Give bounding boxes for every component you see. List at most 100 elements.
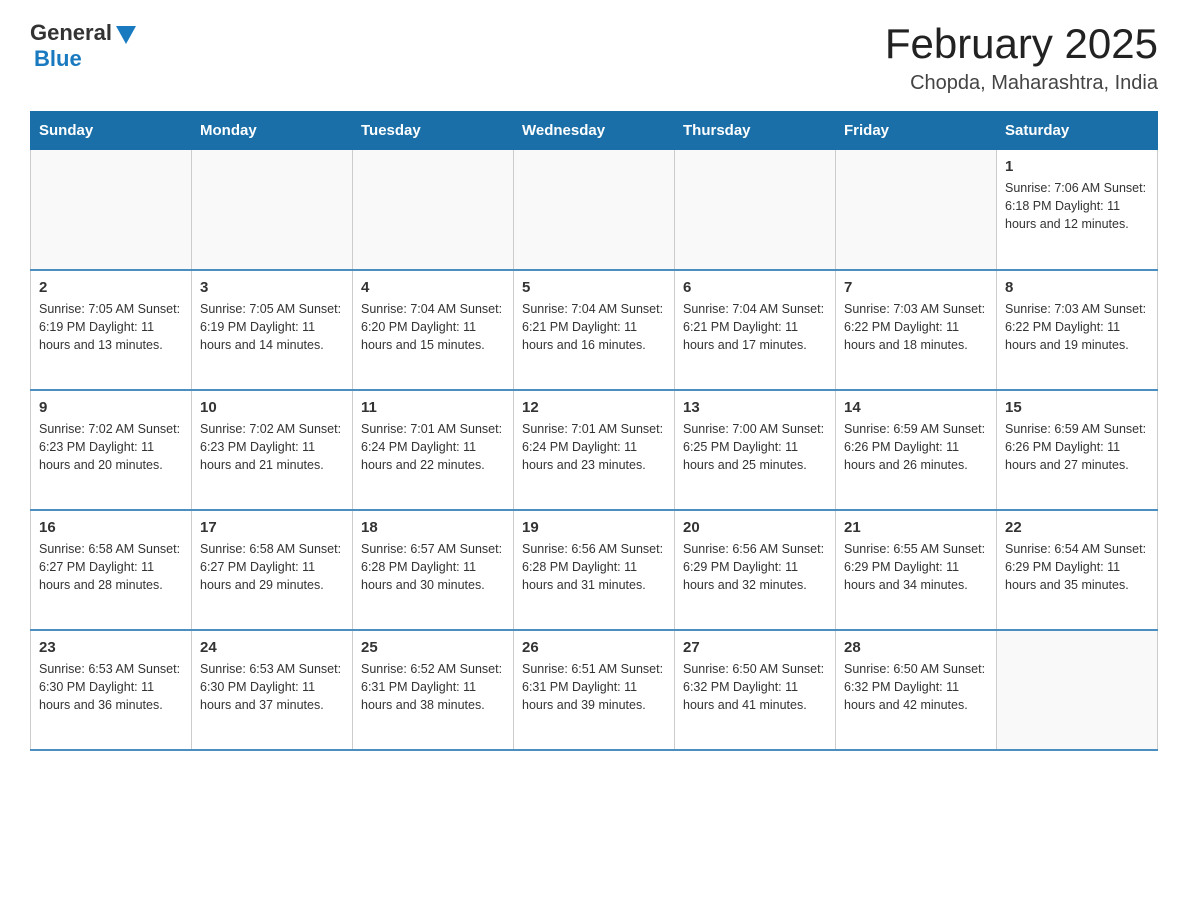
day-number: 22	[1005, 519, 1149, 536]
day-info: Sunrise: 7:04 AM Sunset: 6:21 PM Dayligh…	[522, 300, 666, 354]
day-number: 12	[522, 399, 666, 416]
day-number: 21	[844, 519, 988, 536]
page-header: General Blue February 2025 Chopda, Mahar…	[30, 20, 1158, 95]
day-number: 6	[683, 279, 827, 296]
calendar-cell	[353, 150, 514, 270]
calendar-cell: 19 Sunrise: 6:56 AM Sunset: 6:28 PM Dayli…	[514, 510, 675, 630]
calendar-cell: 16 Sunrise: 6:58 AM Sunset: 6:27 PM Dayli…	[31, 510, 192, 630]
day-number: 4	[361, 279, 505, 296]
calendar-cell: 21 Sunrise: 6:55 AM Sunset: 6:29 PM Dayli…	[836, 510, 997, 630]
day-number: 25	[361, 639, 505, 656]
calendar-cell: 15Sunrise: 6:59 AM Sunset: 6:26 PM Dayli…	[997, 390, 1158, 510]
logo-triangle-icon	[116, 26, 136, 44]
calendar-cell: 5 Sunrise: 7:04 AM Sunset: 6:21 PM Daylig…	[514, 270, 675, 390]
day-number: 17	[200, 519, 344, 536]
calendar-week-row: 1Sunrise: 7:06 AM Sunset: 6:18 PM Daylig…	[31, 150, 1158, 270]
calendar-cell: 3 Sunrise: 7:05 AM Sunset: 6:19 PM Daylig…	[192, 270, 353, 390]
day-info: Sunrise: 6:50 AM Sunset: 6:32 PM Dayligh…	[683, 660, 827, 714]
calendar-title: February 2025	[885, 20, 1158, 68]
day-info: Sunrise: 6:56 AM Sunset: 6:29 PM Dayligh…	[683, 540, 827, 594]
col-header-saturday: Saturday	[997, 112, 1158, 150]
col-header-monday: Monday	[192, 112, 353, 150]
logo-general-text: General	[30, 20, 112, 46]
day-info: Sunrise: 6:58 AM Sunset: 6:27 PM Dayligh…	[200, 540, 344, 594]
day-info: Sunrise: 7:04 AM Sunset: 6:20 PM Dayligh…	[361, 300, 505, 354]
day-info: Sunrise: 7:00 AM Sunset: 6:25 PM Dayligh…	[683, 420, 827, 474]
day-number: 28	[844, 639, 988, 656]
day-number: 10	[200, 399, 344, 416]
col-header-sunday: Sunday	[31, 112, 192, 150]
calendar-cell: 20 Sunrise: 6:56 AM Sunset: 6:29 PM Dayli…	[675, 510, 836, 630]
day-info: Sunrise: 6:52 AM Sunset: 6:31 PM Dayligh…	[361, 660, 505, 714]
calendar-week-row: 23 Sunrise: 6:53 AM Sunset: 6:30 PM Dayli…	[31, 630, 1158, 750]
day-info: Sunrise: 6:57 AM Sunset: 6:28 PM Dayligh…	[361, 540, 505, 594]
day-number: 3	[200, 279, 344, 296]
calendar-cell: 18 Sunrise: 6:57 AM Sunset: 6:28 PM Dayli…	[353, 510, 514, 630]
day-info: Sunrise: 6:53 AM Sunset: 6:30 PM Dayligh…	[200, 660, 344, 714]
day-info: Sunrise: 6:50 AM Sunset: 6:32 PM Dayligh…	[844, 660, 988, 714]
day-info: Sunrise: 6:51 AM Sunset: 6:31 PM Dayligh…	[522, 660, 666, 714]
title-block: February 2025 Chopda, Maharashtra, India	[885, 20, 1158, 95]
day-number: 23	[39, 639, 183, 656]
col-header-thursday: Thursday	[675, 112, 836, 150]
calendar-cell: 11 Sunrise: 7:01 AM Sunset: 6:24 PM Dayli…	[353, 390, 514, 510]
calendar-cell: 10 Sunrise: 7:02 AM Sunset: 6:23 PM Dayli…	[192, 390, 353, 510]
day-info: Sunrise: 7:03 AM Sunset: 6:22 PM Dayligh…	[1005, 300, 1149, 354]
day-number: 19	[522, 519, 666, 536]
day-number: 26	[522, 639, 666, 656]
day-info: Sunrise: 6:55 AM Sunset: 6:29 PM Dayligh…	[844, 540, 988, 594]
logo: General Blue	[30, 20, 136, 72]
col-header-tuesday: Tuesday	[353, 112, 514, 150]
day-number: 27	[683, 639, 827, 656]
day-info: Sunrise: 7:01 AM Sunset: 6:24 PM Dayligh…	[361, 420, 505, 474]
day-info: Sunrise: 7:05 AM Sunset: 6:19 PM Dayligh…	[39, 300, 183, 354]
col-header-friday: Friday	[836, 112, 997, 150]
calendar-cell: 17 Sunrise: 6:58 AM Sunset: 6:27 PM Dayli…	[192, 510, 353, 630]
day-info: Sunrise: 7:02 AM Sunset: 6:23 PM Dayligh…	[200, 420, 344, 474]
calendar-table: SundayMondayTuesdayWednesdayThursdayFrid…	[30, 111, 1158, 751]
day-number: 14	[844, 399, 988, 416]
calendar-cell	[31, 150, 192, 270]
day-info: Sunrise: 7:04 AM Sunset: 6:21 PM Dayligh…	[683, 300, 827, 354]
day-info: Sunrise: 7:03 AM Sunset: 6:22 PM Dayligh…	[844, 300, 988, 354]
calendar-cell: 14 Sunrise: 6:59 AM Sunset: 6:26 PM Dayli…	[836, 390, 997, 510]
calendar-cell	[514, 150, 675, 270]
day-info: Sunrise: 7:01 AM Sunset: 6:24 PM Dayligh…	[522, 420, 666, 474]
calendar-cell: 9 Sunrise: 7:02 AM Sunset: 6:23 PM Daylig…	[31, 390, 192, 510]
calendar-header-row: SundayMondayTuesdayWednesdayThursdayFrid…	[31, 112, 1158, 150]
col-header-wednesday: Wednesday	[514, 112, 675, 150]
day-info: Sunrise: 7:05 AM Sunset: 6:19 PM Dayligh…	[200, 300, 344, 354]
calendar-cell: 6 Sunrise: 7:04 AM Sunset: 6:21 PM Daylig…	[675, 270, 836, 390]
day-number: 9	[39, 399, 183, 416]
calendar-cell: 1Sunrise: 7:06 AM Sunset: 6:18 PM Daylig…	[997, 150, 1158, 270]
day-info: Sunrise: 6:54 AM Sunset: 6:29 PM Dayligh…	[1005, 540, 1149, 594]
day-number: 24	[200, 639, 344, 656]
calendar-week-row: 16 Sunrise: 6:58 AM Sunset: 6:27 PM Dayli…	[31, 510, 1158, 630]
day-info: Sunrise: 6:56 AM Sunset: 6:28 PM Dayligh…	[522, 540, 666, 594]
day-number: 2	[39, 279, 183, 296]
day-number: 8	[1005, 279, 1149, 296]
calendar-cell: 4 Sunrise: 7:04 AM Sunset: 6:20 PM Daylig…	[353, 270, 514, 390]
calendar-cell	[997, 630, 1158, 750]
calendar-cell: 13 Sunrise: 7:00 AM Sunset: 6:25 PM Dayli…	[675, 390, 836, 510]
calendar-cell: 23Sunrise: 6:53 AM Sunset: 6:30 PM Dayli…	[31, 630, 192, 750]
day-number: 11	[361, 399, 505, 416]
day-number: 13	[683, 399, 827, 416]
calendar-cell: 7Sunrise: 7:03 AM Sunset: 6:22 PM Daylig…	[836, 270, 997, 390]
day-number: 16	[39, 519, 183, 536]
calendar-cell: 12 Sunrise: 7:01 AM Sunset: 6:24 PM Dayli…	[514, 390, 675, 510]
day-info: Sunrise: 6:59 AM Sunset: 6:26 PM Dayligh…	[844, 420, 988, 474]
calendar-subtitle: Chopda, Maharashtra, India	[885, 72, 1158, 95]
day-info: Sunrise: 6:58 AM Sunset: 6:27 PM Dayligh…	[39, 540, 183, 594]
calendar-cell	[192, 150, 353, 270]
day-number: 15	[1005, 399, 1149, 416]
day-info: Sunrise: 7:02 AM Sunset: 6:23 PM Dayligh…	[39, 420, 183, 474]
calendar-cell: 28 Sunrise: 6:50 AM Sunset: 6:32 PM Dayli…	[836, 630, 997, 750]
day-info: Sunrise: 7:06 AM Sunset: 6:18 PM Dayligh…	[1005, 179, 1149, 233]
day-number: 5	[522, 279, 666, 296]
calendar-cell	[836, 150, 997, 270]
day-number: 20	[683, 519, 827, 536]
calendar-cell: 25 Sunrise: 6:52 AM Sunset: 6:31 PM Dayli…	[353, 630, 514, 750]
logo-blue-part	[114, 22, 136, 44]
day-number: 18	[361, 519, 505, 536]
